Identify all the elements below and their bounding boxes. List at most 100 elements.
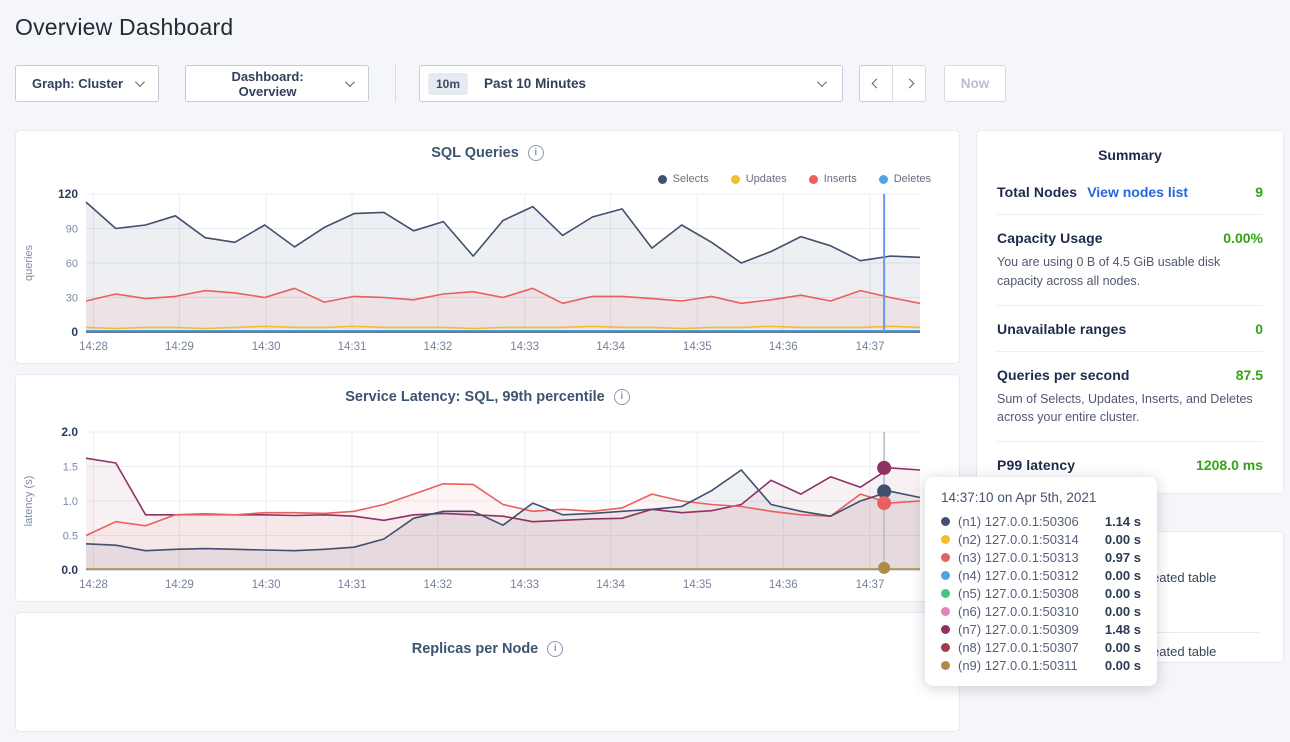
page-title: Overview Dashboard bbox=[15, 14, 1290, 41]
node-color-dot bbox=[941, 643, 950, 652]
legend-item-updates[interactable]: Updates bbox=[731, 172, 787, 186]
svg-text:1.0: 1.0 bbox=[63, 496, 78, 508]
legend-label: Selects bbox=[673, 173, 709, 185]
node-latency-value: 0.00 s bbox=[1105, 586, 1141, 601]
svg-text:queries: queries bbox=[23, 244, 35, 281]
chart-title-sql-queries: SQL Queries bbox=[431, 145, 519, 161]
tooltip-rows: (n1) 127.0.0.1:503061.14 s(n2) 127.0.0.1… bbox=[941, 512, 1141, 674]
summary-row-capacity-usage: Capacity Usage 0.00% You are using 0 B o… bbox=[997, 215, 1263, 306]
total-nodes-label: Total Nodes bbox=[997, 184, 1077, 200]
node-color-dot bbox=[941, 625, 950, 634]
unavailable-ranges-value: 0 bbox=[1255, 321, 1263, 337]
chevron-down-icon bbox=[135, 77, 145, 87]
node-address: (n7) 127.0.0.1:50309 bbox=[958, 622, 1079, 637]
range-label: Past 10 Minutes bbox=[484, 76, 586, 91]
svg-text:14:29: 14:29 bbox=[165, 341, 194, 353]
next-range-button[interactable] bbox=[892, 65, 926, 102]
svg-text:1.5: 1.5 bbox=[63, 462, 78, 474]
sql-queries-card: SQL Queries i Selects Updates Inserts Delet… bbox=[15, 130, 960, 364]
dashboard-controls: Graph: Cluster Dashboard: Overview 10m P… bbox=[15, 65, 1275, 102]
svg-text:14:32: 14:32 bbox=[424, 341, 453, 353]
node-address: (n8) 127.0.0.1:50307 bbox=[958, 640, 1079, 655]
service-latency-card: Service Latency: SQL, 99th percentile i … bbox=[15, 374, 960, 602]
svg-text:2.0: 2.0 bbox=[61, 426, 78, 439]
graph-dropdown-label: Graph: Cluster bbox=[32, 76, 123, 91]
svg-text:14:33: 14:33 bbox=[510, 341, 539, 353]
svg-text:14:35: 14:35 bbox=[683, 579, 712, 591]
chart-legend: Selects Updates Inserts Deletes bbox=[16, 172, 931, 186]
node-color-dot bbox=[941, 553, 950, 562]
svg-text:14:28: 14:28 bbox=[79, 341, 108, 353]
svg-text:30: 30 bbox=[66, 293, 78, 305]
svg-text:14:30: 14:30 bbox=[252, 579, 281, 591]
node-latency-value: 0.00 s bbox=[1105, 658, 1141, 673]
sql-queries-chart[interactable]: 030609012014:2814:2914:3014:3114:3214:33… bbox=[16, 188, 959, 363]
dashboard-dropdown-label: Dashboard: Overview bbox=[202, 69, 333, 99]
svg-text:0: 0 bbox=[71, 325, 78, 339]
chart-canvas[interactable]: 0.00.51.01.52.014:2814:2914:3014:3114:32… bbox=[16, 426, 946, 596]
svg-text:14:34: 14:34 bbox=[596, 341, 625, 353]
chart-title-service-latency: Service Latency: SQL, 99th percentile bbox=[345, 389, 605, 405]
tooltip-row: (n4) 127.0.0.1:503120.00 s bbox=[941, 566, 1141, 584]
svg-text:0.5: 0.5 bbox=[63, 531, 78, 543]
node-address: (n3) 127.0.0.1:50313 bbox=[958, 550, 1079, 565]
queries-per-second-desc: Sum of Selects, Updates, Inserts, and De… bbox=[997, 390, 1263, 428]
p99-latency-value: 1208.0 ms bbox=[1196, 457, 1263, 473]
info-icon[interactable]: i bbox=[614, 389, 630, 405]
legend-label: Deletes bbox=[894, 173, 931, 185]
chevron-left-icon bbox=[871, 79, 881, 89]
node-color-dot bbox=[941, 517, 950, 526]
svg-text:14:33: 14:33 bbox=[510, 579, 539, 591]
node-latency-value: 0.97 s bbox=[1105, 550, 1141, 565]
chevron-right-icon bbox=[904, 79, 914, 89]
svg-text:14:36: 14:36 bbox=[769, 341, 798, 353]
chevron-down-icon bbox=[817, 77, 827, 87]
chart-hover-tooltip: 14:37:10 on Apr 5th, 2021 (n1) 127.0.0.1… bbox=[925, 477, 1157, 686]
svg-text:14:31: 14:31 bbox=[338, 341, 367, 353]
svg-text:14:35: 14:35 bbox=[683, 341, 712, 353]
node-latency-value: 0.00 s bbox=[1105, 604, 1141, 619]
summary-row-queries-per-second: Queries per second 87.5 Sum of Selects, … bbox=[997, 352, 1263, 443]
legend-dot bbox=[809, 175, 818, 184]
graph-dropdown[interactable]: Graph: Cluster bbox=[15, 65, 159, 102]
node-address: (n9) 127.0.0.1:50311 bbox=[958, 658, 1078, 673]
legend-dot bbox=[879, 175, 888, 184]
node-latency-value: 0.00 s bbox=[1105, 532, 1141, 547]
service-latency-chart[interactable]: 0.00.51.01.52.014:2814:2914:3014:3114:32… bbox=[16, 426, 959, 601]
info-icon[interactable]: i bbox=[528, 145, 544, 161]
prev-range-button[interactable] bbox=[859, 65, 893, 102]
legend-item-inserts[interactable]: Inserts bbox=[809, 172, 857, 186]
dashboard-dropdown[interactable]: Dashboard: Overview bbox=[185, 65, 369, 102]
node-latency-value: 1.14 s bbox=[1105, 514, 1141, 529]
tooltip-row: (n9) 127.0.0.1:50311 0.00 s bbox=[941, 656, 1141, 674]
node-color-dot bbox=[941, 535, 950, 544]
svg-text:0.0: 0.0 bbox=[61, 563, 78, 577]
time-range-picker[interactable]: 10m Past 10 Minutes bbox=[419, 65, 843, 102]
total-nodes-value: 9 bbox=[1255, 184, 1263, 200]
svg-text:14:37: 14:37 bbox=[856, 579, 885, 591]
node-address: (n4) 127.0.0.1:50312 bbox=[958, 568, 1079, 583]
tooltip-row: (n2) 127.0.0.1:50314 0.00 s bbox=[941, 530, 1141, 548]
node-color-dot bbox=[941, 571, 950, 580]
p99-latency-label: P99 latency bbox=[997, 457, 1075, 473]
node-address: (n2) 127.0.0.1:50314 bbox=[958, 532, 1079, 547]
info-icon[interactable]: i bbox=[547, 641, 563, 657]
svg-text:14:36: 14:36 bbox=[769, 579, 798, 591]
tooltip-row: (n8) 127.0.0.1:503070.00 s bbox=[941, 638, 1141, 656]
legend-item-deletes[interactable]: Deletes bbox=[879, 172, 931, 186]
capacity-usage-label: Capacity Usage bbox=[997, 230, 1103, 246]
divider bbox=[395, 65, 396, 102]
queries-per-second-value: 87.5 bbox=[1236, 367, 1263, 383]
legend-label: Updates bbox=[746, 173, 787, 185]
svg-text:14:30: 14:30 bbox=[252, 341, 281, 353]
node-color-dot bbox=[941, 661, 950, 670]
chart-canvas[interactable]: 030609012014:2814:2914:3014:3114:3214:33… bbox=[16, 188, 946, 358]
node-color-dot bbox=[941, 589, 950, 598]
now-button[interactable]: Now bbox=[944, 65, 1006, 102]
view-nodes-list-link[interactable]: View nodes list bbox=[1087, 184, 1188, 200]
node-color-dot bbox=[941, 607, 950, 616]
tooltip-row: (n6) 127.0.0.1:503100.00 s bbox=[941, 602, 1141, 620]
svg-text:120: 120 bbox=[58, 188, 78, 201]
legend-item-selects[interactable]: Selects bbox=[658, 172, 709, 186]
node-latency-value: 1.48 s bbox=[1105, 622, 1141, 637]
